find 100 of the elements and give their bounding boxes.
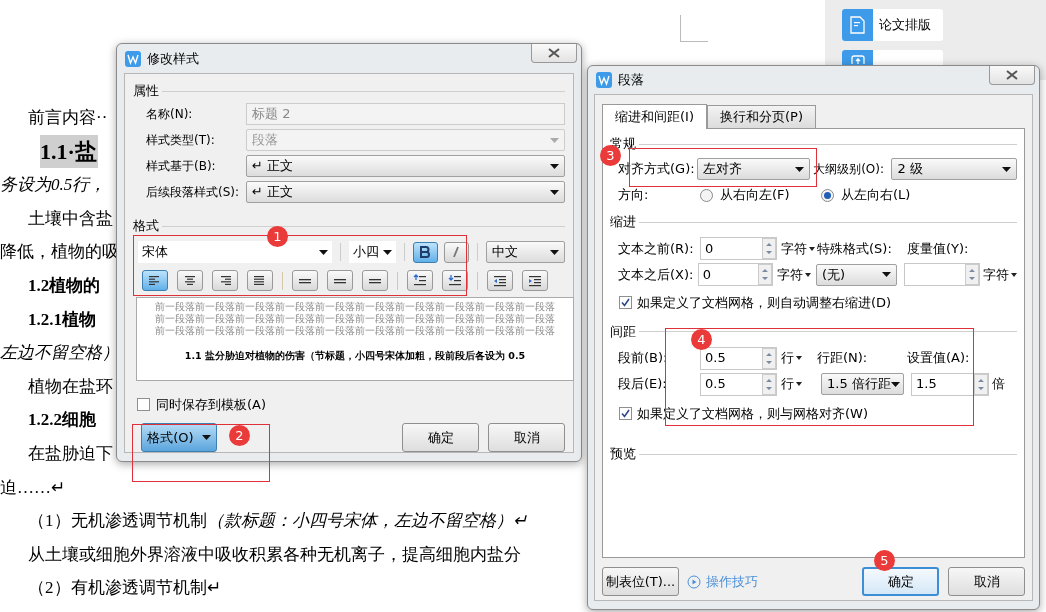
spinner-arrows-icon[interactable] (974, 373, 988, 395)
caret-icon (805, 272, 811, 277)
format-menu-button[interactable]: 格式(O) (141, 423, 217, 452)
document-text: （1）无机渗透调节机制（款标题：小四号宋体，左边不留空格）↵ (27, 510, 527, 533)
app-logo-icon (596, 72, 612, 88)
document-text: 迫……↵ (0, 476, 65, 499)
field-label: 文本之前(R): (618, 239, 695, 258)
dropdown[interactable]: ↵ 正文 (246, 155, 565, 177)
dropdown[interactable]: 左对齐 (697, 158, 811, 180)
document-text: 土壤中含盐 (27, 207, 113, 230)
caret-icon (201, 435, 211, 440)
close-button[interactable] (989, 66, 1035, 85)
align-button[interactable] (247, 270, 273, 291)
preview-filler-text: 前一段落前一段落前一段落前一段落前一段落前一段落前一段落前一段落前一段落前一段落 (155, 301, 555, 313)
tab[interactable]: 换行和分页(P) (707, 105, 816, 128)
field-label: 文本之后(X): (618, 265, 695, 284)
unit-dropdown[interactable]: 行 (781, 348, 817, 368)
spinner-arrows-icon[interactable] (965, 264, 979, 285)
page-corner-mark (680, 15, 708, 42)
dropdown[interactable]: 中文 (485, 241, 565, 263)
line-spacing-button[interactable] (362, 270, 388, 291)
close-icon (548, 48, 560, 58)
field-label: 特殊格式(S): (817, 239, 893, 258)
checkbox[interactable] (137, 397, 150, 411)
spinner-arrows-icon[interactable] (762, 373, 776, 395)
bold-button[interactable] (412, 241, 438, 263)
align-button[interactable] (177, 270, 203, 291)
align-button[interactable] (212, 270, 238, 291)
increase-indent-button[interactable] (522, 270, 548, 291)
indent-icon (528, 274, 542, 287)
checkbox[interactable] (619, 296, 632, 310)
caret-icon (1011, 272, 1017, 277)
number-field[interactable] (903, 263, 980, 286)
dropdown[interactable]: 1.5 倍行距 (821, 373, 904, 395)
caret-icon (550, 249, 559, 255)
radio-button[interactable] (821, 188, 834, 202)
line-spacing-button[interactable] (292, 270, 318, 291)
document-icon (849, 16, 866, 34)
preview-sample-text: 1.1 盐分胁迫对植物的伤害（节标题，小四号宋体加粗，段前段后各设为 0.5 (184, 349, 526, 363)
unit-dropdown[interactable]: 字符 (777, 264, 816, 285)
window-title: 段落 (618, 71, 644, 90)
font-field[interactable]: 宋体 (138, 241, 333, 263)
spacing-before-button[interactable] (407, 270, 433, 291)
caret-icon (795, 166, 805, 172)
bold-icon (420, 246, 431, 258)
italic-button[interactable] (443, 241, 469, 263)
section-heading: 1.1·盐 (40, 134, 98, 168)
spinner-arrows-icon[interactable] (758, 264, 772, 285)
indent-icon (493, 274, 507, 287)
paragraph-spacing-icon (448, 273, 462, 288)
window-title: 修改样式 (147, 49, 199, 68)
radio-button[interactable] (700, 188, 713, 202)
radio-label: 从右向左(F) (720, 186, 790, 205)
paragraph-spacing-icon (413, 273, 427, 288)
number-field[interactable]: 0 (697, 263, 773, 286)
number-field[interactable]: 0.5 (700, 346, 777, 370)
spinner-arrows-icon[interactable] (762, 238, 776, 259)
alignment-icon (219, 275, 231, 286)
preview-filler-text: 前一段落前一段落前一段落前一段落前一段落前一段落前一段落前一段落前一段落前一段落 (155, 325, 555, 337)
dropdown[interactable]: (无) (815, 263, 898, 286)
number-field[interactable]: 1.5 (911, 372, 989, 396)
spacing-after-button[interactable] (442, 270, 468, 291)
caret-icon (550, 137, 559, 143)
font-size-field[interactable]: 小四 (349, 241, 396, 263)
number-field[interactable]: 0.5 (700, 372, 777, 396)
section-title: 属性 (133, 82, 159, 101)
dropdown[interactable]: ↵ 正文 (246, 181, 565, 203)
section-title: 间距 (610, 322, 636, 341)
caret-icon (382, 249, 392, 255)
document-text: 在盐胁迫下 (27, 443, 113, 465)
tab-stops-button[interactable]: 制表位(T)... (602, 567, 679, 596)
tab[interactable]: 缩进和间距(I) (602, 104, 707, 129)
section-title: 格式 (133, 217, 159, 236)
decrease-indent-button[interactable] (487, 270, 513, 291)
unit-dropdown[interactable]: 字符 (781, 238, 817, 259)
field-label: 名称(N): (146, 106, 194, 123)
checkbox[interactable] (619, 406, 632, 420)
align-button[interactable] (142, 270, 168, 291)
app-logo-icon (125, 50, 141, 67)
field-label: 段前(B): (618, 349, 669, 368)
spinner-arrows-icon[interactable] (762, 347, 776, 369)
ok-button[interactable]: 确定 (862, 567, 939, 596)
cancel-button[interactable]: 取消 (948, 567, 1025, 596)
tool-panel-item[interactable]: 论文排版 (842, 9, 943, 41)
close-button[interactable] (531, 44, 577, 63)
alignment-icon (254, 275, 266, 286)
ok-button[interactable]: 确定 (402, 423, 479, 452)
unit-dropdown[interactable]: 行 (781, 374, 821, 394)
unit-dropdown[interactable]: 字符 (983, 264, 1017, 285)
caret-icon (796, 356, 802, 360)
document-text: （2）有机渗透调节机制↵ (27, 577, 221, 600)
number-field[interactable]: 0 (700, 237, 777, 260)
caret-icon (809, 246, 815, 251)
line-spacing-button[interactable] (327, 270, 353, 291)
cancel-button[interactable]: 取消 (488, 423, 565, 452)
document-text: 务设为0.5行， (0, 174, 107, 197)
dropdown[interactable]: 2 级 (891, 158, 1017, 180)
section-title: 缩进 (610, 213, 636, 232)
caret-icon (882, 272, 892, 277)
field-label: 段后(E): (618, 375, 668, 394)
